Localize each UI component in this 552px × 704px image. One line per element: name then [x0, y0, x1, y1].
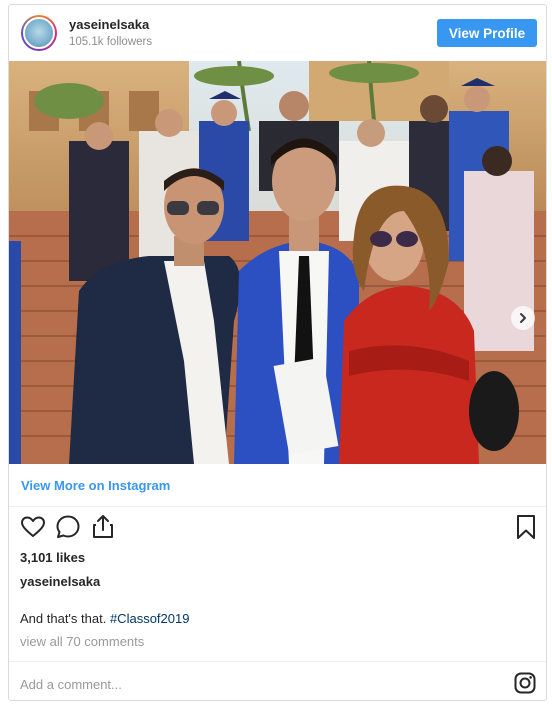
photo-illustration — [9, 61, 546, 464]
add-comment-input[interactable]: Add a comment... — [20, 677, 122, 692]
carousel-next-icon — [520, 313, 526, 323]
comment-footer: Add a comment... — [9, 661, 546, 700]
instagram-embed-card: yaseinelsaka 105.1k followers View Profi… — [8, 4, 547, 701]
heart-icon[interactable] — [19, 513, 47, 541]
hashtag-link[interactable]: #Classof2019 — [110, 611, 190, 626]
avatar[interactable] — [21, 15, 57, 51]
post-photo[interactable] — [9, 61, 546, 464]
carousel-next-button[interactable] — [511, 306, 535, 330]
share-icon[interactable] — [89, 513, 117, 541]
avatar-image — [23, 17, 55, 49]
bookmark-icon[interactable] — [512, 513, 540, 541]
comment-icon[interactable] — [54, 513, 82, 541]
post-header: yaseinelsaka 105.1k followers View Profi… — [9, 5, 546, 61]
caption-username[interactable]: yaseinelsaka — [20, 574, 100, 589]
action-bar — [9, 513, 546, 543]
post-caption: And that's that. #Classof2019 — [20, 611, 189, 626]
view-comments-link[interactable]: view all 70 comments — [20, 634, 144, 649]
caption-text: And that's that. — [20, 611, 107, 626]
view-profile-button[interactable]: View Profile — [437, 19, 537, 47]
header-username[interactable]: yaseinelsaka — [69, 17, 149, 32]
view-more-bar: View More on Instagram — [9, 464, 546, 507]
instagram-icon[interactable] — [514, 672, 536, 694]
follower-count: 105.1k followers — [69, 36, 153, 48]
view-more-link[interactable]: View More on Instagram — [21, 478, 170, 493]
like-count[interactable]: 3,101 likes — [20, 550, 85, 565]
